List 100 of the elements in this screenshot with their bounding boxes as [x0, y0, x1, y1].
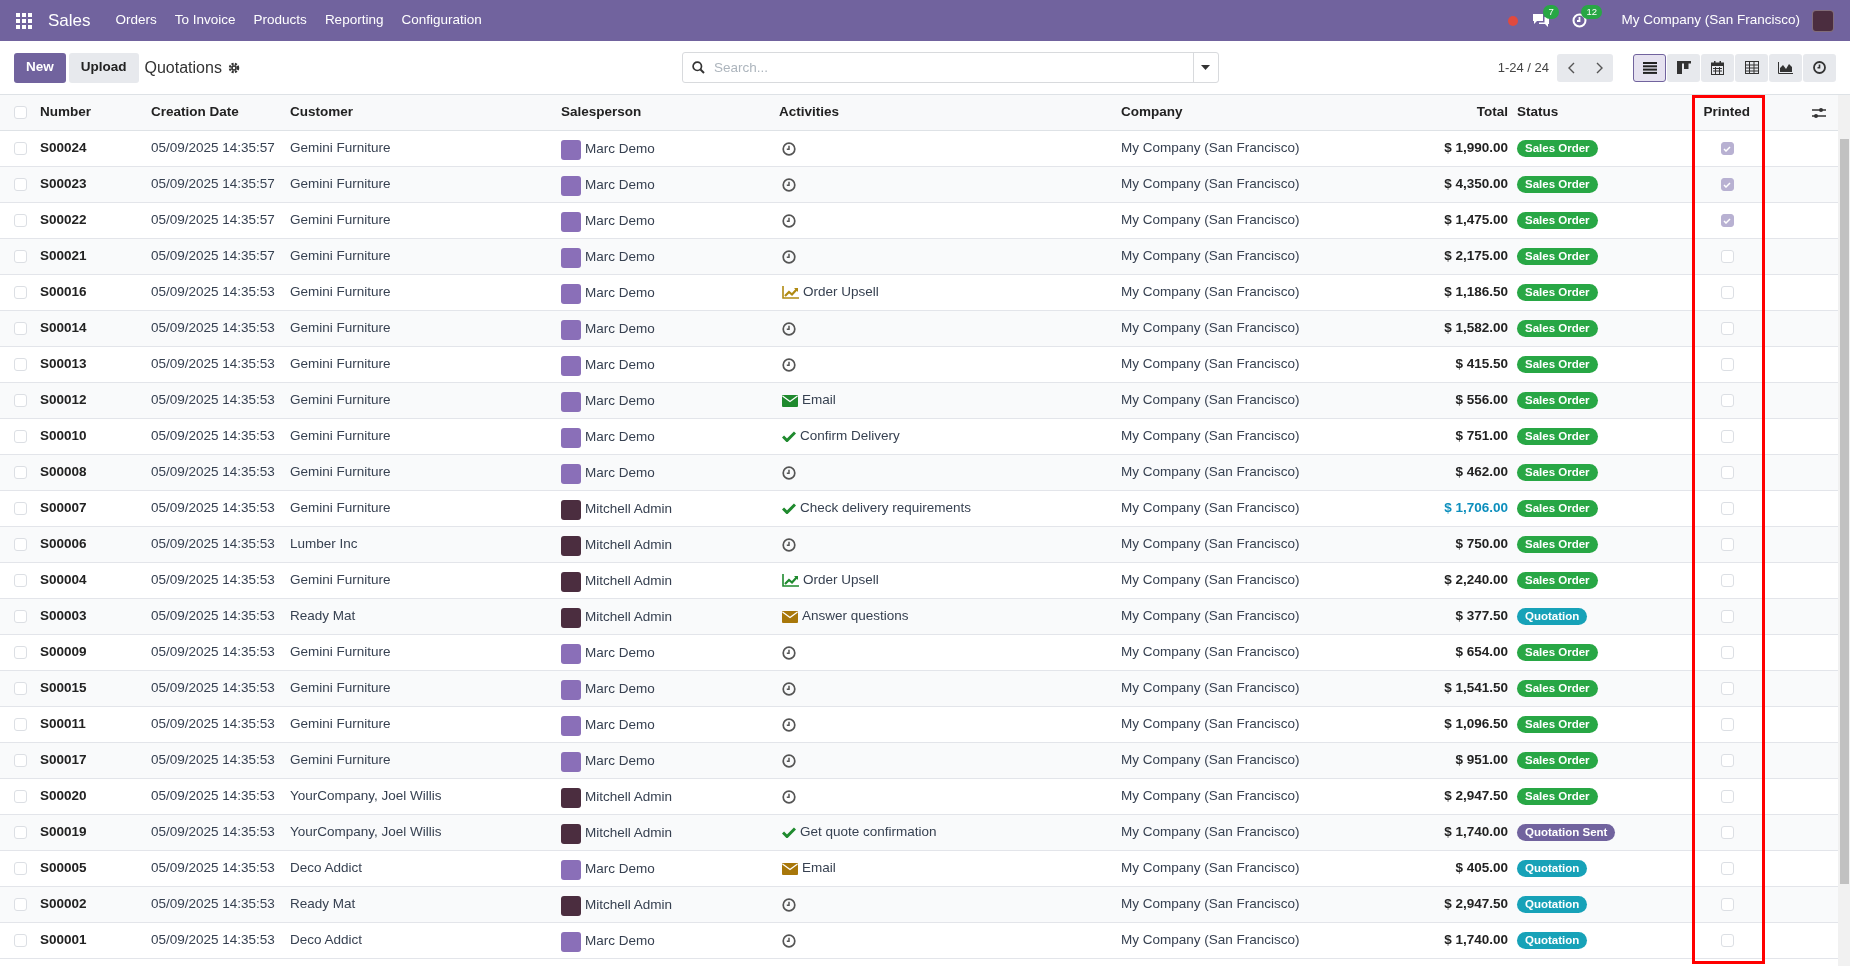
row-checkbox[interactable] — [14, 142, 27, 155]
company-switcher[interactable]: My Company (San Francisco) — [1621, 10, 1800, 31]
printed-checkbox[interactable] — [1720, 466, 1734, 479]
clock-icon[interactable] — [782, 141, 796, 156]
printed-checkbox[interactable] — [1720, 286, 1734, 299]
clock-icon[interactable] — [782, 717, 796, 732]
view-switch-button[interactable] — [1633, 53, 1666, 82]
printed-checkbox[interactable] — [1720, 394, 1734, 407]
row-checkbox[interactable] — [14, 646, 27, 659]
column-header[interactable]: Total — [1476, 104, 1508, 120]
row-checkbox[interactable] — [14, 574, 27, 587]
row-checkbox[interactable] — [14, 862, 27, 875]
app-title[interactable]: Sales — [48, 7, 91, 34]
row-checkbox[interactable] — [14, 394, 27, 407]
clock-icon[interactable] — [782, 933, 796, 948]
menu-item[interactable]: Reporting — [315, 10, 393, 31]
printed-checkbox[interactable] — [1720, 862, 1734, 875]
menu-item[interactable]: Orders — [106, 10, 166, 31]
column-header[interactable]: Printed — [1703, 104, 1750, 120]
view-switch-button[interactable] — [1803, 53, 1836, 82]
clock-icon[interactable] — [782, 753, 796, 768]
sliders-icon[interactable] — [1812, 106, 1826, 119]
printed-checkbox[interactable] — [1720, 574, 1734, 587]
view-switch-button[interactable] — [1769, 53, 1802, 82]
menu-item[interactable]: Configuration — [392, 10, 491, 31]
envelope-icon[interactable] — [782, 610, 798, 623]
printed-checkbox[interactable] — [1720, 142, 1734, 155]
printed-checkbox[interactable] — [1720, 502, 1734, 515]
upload-button[interactable]: Upload — [68, 52, 139, 83]
clock-icon[interactable] — [782, 537, 796, 552]
printed-checkbox[interactable] — [1720, 430, 1734, 443]
menu-item[interactable]: To Invoice — [165, 10, 245, 31]
envelope-icon[interactable] — [782, 394, 798, 407]
clock-icon[interactable] — [782, 357, 796, 372]
view-switch-button[interactable] — [1735, 53, 1768, 82]
menu-item[interactable]: Products — [244, 10, 316, 31]
printed-checkbox[interactable] — [1720, 538, 1734, 551]
row-checkbox[interactable] — [14, 754, 27, 767]
select-all-checkbox[interactable] — [14, 106, 27, 119]
column-header[interactable]: Status — [1517, 104, 1559, 120]
row-checkbox[interactable] — [14, 466, 27, 479]
row-checkbox[interactable] — [14, 214, 27, 227]
checkmark-icon[interactable] — [782, 431, 796, 442]
row-checkbox[interactable] — [14, 682, 27, 695]
row-checkbox[interactable] — [14, 430, 27, 443]
printed-checkbox[interactable] — [1720, 790, 1734, 803]
column-header[interactable]: Salesperson — [561, 104, 642, 120]
row-checkbox[interactable] — [14, 178, 27, 191]
clock-icon[interactable] — [782, 249, 796, 264]
row-checkbox[interactable] — [14, 934, 27, 947]
new-button[interactable]: New — [14, 52, 66, 83]
row-checkbox[interactable] — [14, 790, 27, 803]
clock-icon[interactable] — [782, 177, 796, 192]
clock-icon[interactable] — [782, 645, 796, 660]
view-switch-button[interactable] — [1667, 53, 1700, 82]
search-field[interactable]: Search... — [681, 52, 1219, 83]
clock-icon[interactable] — [782, 681, 796, 696]
column-header[interactable]: Customer — [290, 104, 353, 120]
row-checkbox[interactable] — [14, 286, 27, 299]
pager-value[interactable]: 1-24 / 24 — [1497, 57, 1549, 78]
clock-icon[interactable] — [782, 213, 796, 228]
row-checkbox[interactable] — [14, 538, 27, 551]
checkmark-icon[interactable] — [782, 503, 796, 514]
printed-checkbox[interactable] — [1720, 214, 1734, 227]
printed-checkbox[interactable] — [1720, 754, 1734, 767]
clock-icon[interactable] — [782, 897, 796, 912]
apps-grid-icon[interactable] — [16, 12, 32, 29]
view-switch-button[interactable] — [1701, 53, 1734, 82]
row-checkbox[interactable] — [14, 502, 27, 515]
printed-checkbox[interactable] — [1720, 178, 1734, 191]
previous-button[interactable] — [1557, 53, 1585, 82]
line-chart-icon[interactable] — [782, 286, 799, 299]
next-button[interactable] — [1585, 53, 1613, 82]
row-checkbox[interactable] — [14, 610, 27, 623]
printed-checkbox[interactable] — [1720, 934, 1734, 947]
user-avatar[interactable] — [1812, 9, 1834, 32]
settings-icon[interactable] — [227, 61, 240, 74]
row-checkbox[interactable] — [14, 250, 27, 263]
printed-checkbox[interactable] — [1720, 250, 1734, 263]
clock-icon[interactable] — [782, 321, 796, 336]
row-checkbox[interactable] — [14, 358, 27, 371]
envelope-icon[interactable] — [782, 862, 798, 875]
scrollbar[interactable] — [1838, 95, 1850, 966]
row-checkbox[interactable] — [14, 718, 27, 731]
checkmark-icon[interactable] — [782, 827, 796, 838]
printed-checkbox[interactable] — [1720, 610, 1734, 623]
printed-checkbox[interactable] — [1720, 646, 1734, 659]
printed-checkbox[interactable] — [1720, 322, 1734, 335]
line-chart-icon[interactable] — [782, 574, 799, 587]
column-header[interactable]: Company — [1121, 104, 1183, 120]
row-checkbox[interactable] — [14, 322, 27, 335]
clock-icon[interactable] — [782, 465, 796, 480]
column-header[interactable]: Number — [40, 104, 91, 120]
printed-checkbox[interactable] — [1720, 898, 1734, 911]
printed-checkbox[interactable] — [1720, 826, 1734, 839]
printed-checkbox[interactable] — [1720, 682, 1734, 695]
column-header[interactable]: Creation Date — [151, 104, 239, 120]
column-header[interactable]: Activities — [779, 104, 840, 120]
printed-checkbox[interactable] — [1720, 358, 1734, 371]
row-checkbox[interactable] — [14, 826, 27, 839]
